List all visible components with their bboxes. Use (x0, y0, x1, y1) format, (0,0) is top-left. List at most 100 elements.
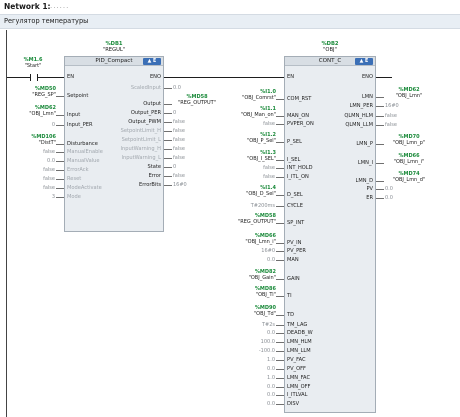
pid-out-value[interactable]: 0 (173, 110, 176, 116)
obj-out-pin: ER (366, 195, 373, 201)
obj-in-value[interactable]: 16#0 (244, 248, 275, 254)
obj-out-operand[interactable]: %MD66 "OBJ_Lmn_i" (379, 153, 439, 165)
obj-out-value[interactable]: 0.0 (385, 186, 393, 192)
network-header[interactable]: Network 1: ...... (0, 0, 460, 14)
obj-out-value[interactable]: false (385, 122, 397, 128)
obj-in-pin: MAN (287, 257, 299, 263)
obj-in-value[interactable]: 100.0 (244, 339, 275, 345)
pid-in-pin: EN (67, 74, 75, 80)
pid-out-wire (164, 140, 172, 141)
obj-out-pin: QLMN_LLM (345, 122, 373, 128)
obj-in-operand[interactable]: %MD90 "OBJ_Td" (226, 305, 276, 317)
obj-out-symbol: "OBJ_Lmn_p" (392, 140, 426, 146)
obj-in-pin: INT_HOLD (287, 165, 313, 171)
obj-out-operand[interactable]: %MD70 "OBJ_Lmn_p" (379, 134, 439, 146)
obj-in-value[interactable]: 1.0 (244, 357, 275, 363)
obj-out-pin: LMN_P (356, 141, 373, 147)
obj-in-value[interactable]: false (244, 174, 275, 180)
network-title-placeholder[interactable]: ...... (50, 2, 69, 10)
pid-out-value[interactable]: false (173, 137, 185, 143)
pid-out-value[interactable]: false (173, 146, 185, 152)
obj-out-value[interactable]: 16#0 (385, 103, 399, 109)
pid-in-operand[interactable]: %MD106 "DistT" (6, 134, 56, 146)
pid-in-value[interactable]: 0.0 (24, 158, 55, 164)
pid-out-value[interactable]: false (173, 155, 185, 161)
pid-in-value[interactable]: false (24, 176, 55, 182)
obj-in-value[interactable]: T#200ms (244, 203, 275, 209)
pid-in-value[interactable]: false (24, 149, 55, 155)
obj-in-wire (276, 260, 284, 261)
obj-in-value[interactable]: -100.0 (244, 348, 275, 354)
obj-in-value[interactable]: false (244, 165, 275, 171)
obj-out-value[interactable]: 0.0 (385, 195, 393, 201)
pid-in-symbol: "DistT" (38, 140, 56, 146)
obj-in-operand[interactable]: %MD58 "REG_OUTPUT" (226, 213, 276, 225)
pid-in-pin: ModeActivate (67, 185, 102, 191)
obj-in-value[interactable]: 0.0 (244, 257, 275, 263)
pid-in-wire (56, 197, 64, 198)
obj-in-value[interactable]: 0.0 (244, 330, 275, 336)
obj-in-operand[interactable]: %MD82 "OBJ_Gain" (226, 269, 276, 281)
obj-in-pin: CYCLE (287, 203, 303, 209)
obj-in-wire (276, 360, 284, 361)
pid-out-value[interactable]: false (173, 119, 185, 125)
obj-in-pin: PV_PER (287, 248, 306, 254)
network-comment-bar[interactable]: Регулятор температуры (0, 14, 460, 29)
obj-in-value[interactable]: false (244, 121, 275, 127)
obj-in-symbol: "OBJ_Man_on" (240, 112, 276, 118)
obj-in-value[interactable]: 1.0 (244, 375, 275, 381)
pid-out-operand[interactable]: %MD58 "REG_OUTPUT" (167, 94, 227, 106)
obj-block-header: CONT_C ▲ E (285, 57, 375, 66)
pid-in-operand[interactable]: %MD62 "OBJ_Lmn" (6, 105, 56, 117)
obj-config-icon[interactable]: ▲ E (355, 58, 373, 65)
pid-out-wire (164, 185, 172, 186)
obj-in-wire (276, 99, 284, 100)
obj-in-pin: MAN_ON (287, 113, 310, 119)
pid-out-wire (164, 167, 172, 168)
contact-symbol: "Start" (24, 63, 42, 69)
obj-in-pin: EN (287, 74, 295, 80)
pid-out-value[interactable]: 0 (173, 164, 176, 170)
start-contact[interactable] (30, 74, 38, 81)
pid-in-value[interactable]: false (24, 185, 55, 191)
pid-in-pin: Reset (67, 176, 82, 182)
pid-in-value[interactable]: false (24, 167, 55, 173)
obj-in-pin: COM_RST (287, 96, 312, 102)
obj-in-value[interactable]: T#2s (244, 322, 275, 328)
pid-instance-db[interactable]: %DB1 "REGUL" (64, 41, 164, 53)
obj-in-value[interactable]: 0.0 (244, 401, 275, 407)
obj-in-operand[interactable]: %I1.1 "OBJ_Man_on" (226, 106, 276, 118)
pid-out-wire (164, 149, 172, 150)
obj-in-value[interactable]: 0.0 (244, 366, 275, 372)
obj-out-value[interactable]: false (385, 113, 397, 119)
obj-in-pin: LMN_OFF (287, 384, 311, 390)
obj-out-operand[interactable]: %MD62 "OBJ_Lmn" (379, 87, 439, 99)
pid-in-value[interactable]: 0 (24, 122, 55, 128)
obj-in-value[interactable]: 0.0 (244, 384, 275, 390)
obj-in-operand[interactable]: %MD86 "OBJ_Ti" (226, 286, 276, 298)
obj-in-wire (276, 315, 284, 316)
pid-out-value[interactable]: false (173, 173, 185, 179)
pid-config-icon[interactable]: ▲ E (143, 58, 161, 65)
obj-in-operand[interactable]: %I1.4 "OBJ_D_Sel" (226, 185, 276, 197)
obj-in-operand[interactable]: %I1.2 "OBJ_P_Sel" (226, 132, 276, 144)
obj-in-symbol: "OBJ_D_Sel" (246, 191, 276, 197)
ladder-canvas[interactable]: %M1.6 "Start" %DB1 "REGUL" PID_Compact ▲… (0, 30, 460, 417)
pid-out-symbol: "REG_OUTPUT" (178, 100, 216, 106)
pid-in-operand[interactable]: %MD50 "REG_SP" (6, 86, 56, 98)
obj-out-operand[interactable]: %MD74 "OBJ_Lmn_d" (379, 171, 439, 183)
obj-in-operand[interactable]: %MD66 "OBJ_Lmn_i" (226, 233, 276, 245)
obj-in-value[interactable]: 0.0 (244, 392, 275, 398)
obj-in-operand[interactable]: %I1.3 "OBJ_I_SEL" (226, 150, 276, 162)
contact-operand[interactable]: %M1.6 "Start" (20, 57, 46, 69)
pid-out-value[interactable]: false (173, 128, 185, 134)
obj-instance-db[interactable]: %DB2 "OBJ" (284, 41, 376, 53)
pid-in-value[interactable]: 3 (24, 194, 55, 200)
pid-out-pin: ENO (149, 74, 161, 80)
obj-in-operand[interactable]: %I1.0 "OBJ_Comrst" (226, 89, 276, 101)
pid-in-pin: ManualValue (67, 158, 100, 164)
pid-out-value[interactable]: 0.0 (173, 85, 181, 91)
obj-in-symbol: "REG_OUTPUT" (238, 219, 276, 225)
obj-in-wire (276, 142, 284, 143)
pid-out-value[interactable]: 16#0 (173, 182, 187, 188)
